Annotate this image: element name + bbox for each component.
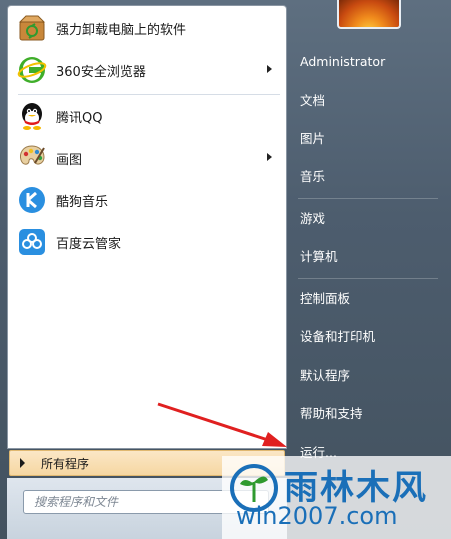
kugou-music-icon	[16, 184, 48, 216]
submenu-arrow-icon[interactable]	[267, 153, 272, 161]
360-browser-icon	[16, 54, 48, 86]
expand-arrow-icon	[20, 458, 25, 468]
right-item-pictures[interactable]: 图片	[300, 128, 440, 150]
right-item-documents[interactable]: 文档	[300, 90, 440, 112]
paint-palette-icon	[16, 142, 48, 174]
separator	[298, 198, 438, 199]
right-item-computer[interactable]: 计算机	[300, 246, 440, 268]
uninstaller-box-icon	[16, 12, 48, 44]
program-item-uninstaller[interactable]: 强力卸载电脑上的软件	[12, 8, 284, 48]
right-item-devices-printers[interactable]: 设备和打印机	[300, 326, 440, 348]
watermark-url: win2007.com	[236, 502, 398, 530]
right-item-games[interactable]: 游戏	[300, 208, 440, 230]
right-item-default-programs[interactable]: 默认程序	[300, 365, 440, 387]
program-label: 酷狗音乐	[56, 194, 109, 210]
right-item-control-panel[interactable]: 控制面板	[300, 288, 440, 310]
program-label: 强力卸载电脑上的软件	[56, 22, 187, 38]
program-item-baidu-cloud[interactable]: 百度云管家	[12, 222, 284, 262]
separator	[18, 94, 280, 95]
right-item-music[interactable]: 音乐	[300, 166, 440, 188]
program-item-paint[interactable]: 画图	[12, 138, 284, 178]
program-item-qq[interactable]: 腾讯QQ	[12, 96, 284, 136]
user-avatar[interactable]	[337, 0, 401, 29]
separator	[298, 278, 438, 279]
baidu-cloud-icon	[16, 226, 48, 258]
all-programs-label: 所有程序	[41, 456, 90, 471]
submenu-arrow-icon[interactable]	[267, 65, 272, 73]
qq-penguin-icon	[16, 100, 48, 132]
program-item-360-browser[interactable]: 360安全浏览器	[12, 50, 284, 90]
program-label: 360安全浏览器	[56, 64, 146, 80]
program-label: 画图	[56, 152, 83, 168]
right-item-username[interactable]: Administrator	[300, 51, 440, 73]
program-label: 腾讯QQ	[56, 110, 103, 126]
program-item-kugou[interactable]: 酷狗音乐	[12, 180, 284, 220]
program-label: 百度云管家	[56, 236, 122, 252]
right-item-help-support[interactable]: 帮助和支持	[300, 403, 440, 425]
programs-pane: 强力卸载电脑上的软件 360安全浏览器 腾讯QQ 画图 酷狗音乐 百度云管家	[7, 5, 287, 449]
